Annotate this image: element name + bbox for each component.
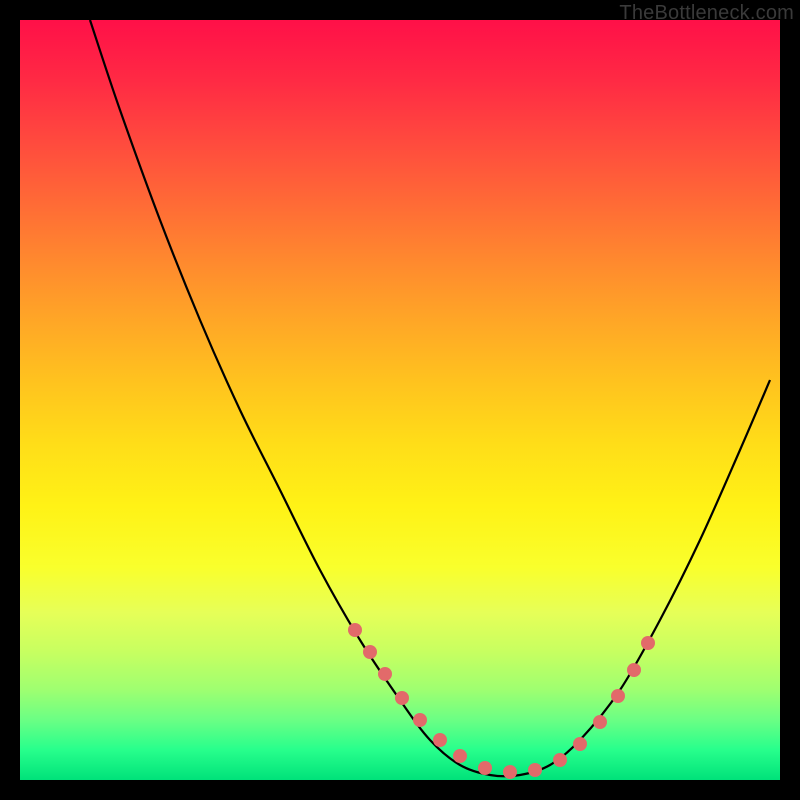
valley-dots — [348, 623, 655, 779]
plot-area — [20, 20, 780, 780]
valley-dot — [627, 663, 641, 677]
valley-dot — [478, 761, 492, 775]
curve-svg — [20, 20, 780, 780]
valley-dot — [378, 667, 392, 681]
valley-dot — [433, 733, 447, 747]
bottleneck-curve — [90, 20, 770, 776]
valley-dot — [641, 636, 655, 650]
valley-dot — [413, 713, 427, 727]
chart-container: TheBottleneck.com — [0, 0, 800, 800]
valley-dot — [453, 749, 467, 763]
valley-dot — [593, 715, 607, 729]
valley-dot — [395, 691, 409, 705]
valley-dot — [573, 737, 587, 751]
valley-dot — [348, 623, 362, 637]
valley-dot — [528, 763, 542, 777]
valley-dot — [503, 765, 517, 779]
valley-dot — [611, 689, 625, 703]
valley-dot — [363, 645, 377, 659]
valley-dot — [553, 753, 567, 767]
